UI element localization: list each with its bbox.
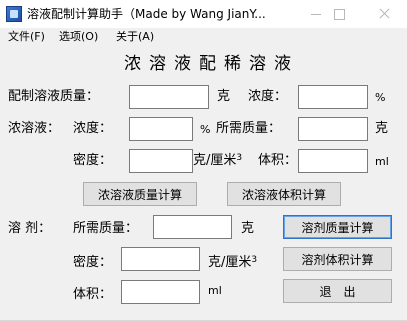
concentrated-volume-label: 体积： bbox=[258, 153, 298, 168]
concentrated-density-label: 密度： bbox=[73, 153, 113, 168]
calc-concentrated-volume-button[interactable]: 浓溶液体积计算 bbox=[227, 182, 341, 206]
solvent-section-label: 溶 剂： bbox=[8, 221, 52, 236]
concentrated-section-label: 浓溶液： bbox=[8, 121, 61, 136]
solvent-volume-label: 体积： bbox=[73, 287, 113, 302]
title-bar[interactable]: 溶液配制计算助手（Made by Wang JianY... bbox=[0, 0, 407, 29]
maximize-button[interactable] bbox=[316, 0, 362, 28]
concentrated-mass-field[interactable] bbox=[298, 117, 368, 141]
concentrated-mass-label: 所需质量： bbox=[216, 121, 282, 136]
calc-solvent-volume-button[interactable]: 溶剂体积计算 bbox=[283, 247, 392, 271]
solvent-density-label: 密度： bbox=[73, 255, 113, 270]
target-conc-unit: % bbox=[375, 91, 386, 104]
page-title: 浓溶液配稀溶液 bbox=[124, 54, 299, 74]
target-mass-unit: 克 bbox=[217, 89, 231, 104]
concentrated-conc-field[interactable] bbox=[129, 117, 193, 141]
concentrated-volume-field[interactable] bbox=[298, 149, 368, 173]
menu-bar: 文件(F) 选项(O) 关于(A) bbox=[0, 28, 407, 46]
calc-solvent-mass-button[interactable]: 溶剂质量计算 bbox=[283, 215, 392, 239]
target-mass-label: 配制溶液质量： bbox=[8, 89, 100, 104]
concentrated-density-unit: 克/厘米3 bbox=[193, 153, 243, 168]
solvent-density-unit: 克/厘米3 bbox=[208, 255, 258, 270]
calc-concentrated-mass-button[interactable]: 浓溶液质量计算 bbox=[83, 182, 197, 206]
solvent-mass-unit: 克 bbox=[241, 221, 255, 236]
solvent-mass-label: 所需质量： bbox=[73, 221, 139, 236]
target-mass-field[interactable] bbox=[129, 85, 209, 109]
solvent-mass-field[interactable] bbox=[153, 215, 232, 239]
solvent-volume-field[interactable] bbox=[121, 280, 200, 304]
exit-button[interactable]: 退 出 bbox=[283, 279, 392, 303]
concentrated-mass-unit: 克 bbox=[375, 121, 389, 136]
target-conc-field[interactable] bbox=[298, 85, 368, 109]
solvent-density-field[interactable] bbox=[121, 247, 200, 271]
menu-file[interactable]: 文件(F) bbox=[8, 29, 45, 45]
concentrated-volume-unit: ml bbox=[375, 155, 389, 168]
concentrated-density-field[interactable] bbox=[129, 149, 193, 173]
close-button[interactable] bbox=[361, 0, 407, 28]
menu-options[interactable]: 选项(O) bbox=[59, 29, 98, 45]
window-title: 溶液配制计算助手（Made by Wang JianY... bbox=[27, 7, 266, 21]
target-conc-label: 浓度： bbox=[248, 89, 288, 104]
app-icon bbox=[6, 6, 22, 22]
solvent-volume-unit: ml bbox=[208, 284, 222, 297]
concentrated-conc-label: 浓度： bbox=[73, 121, 113, 136]
concentrated-conc-unit: % bbox=[200, 123, 211, 136]
menu-about[interactable]: 关于(A) bbox=[116, 29, 154, 45]
